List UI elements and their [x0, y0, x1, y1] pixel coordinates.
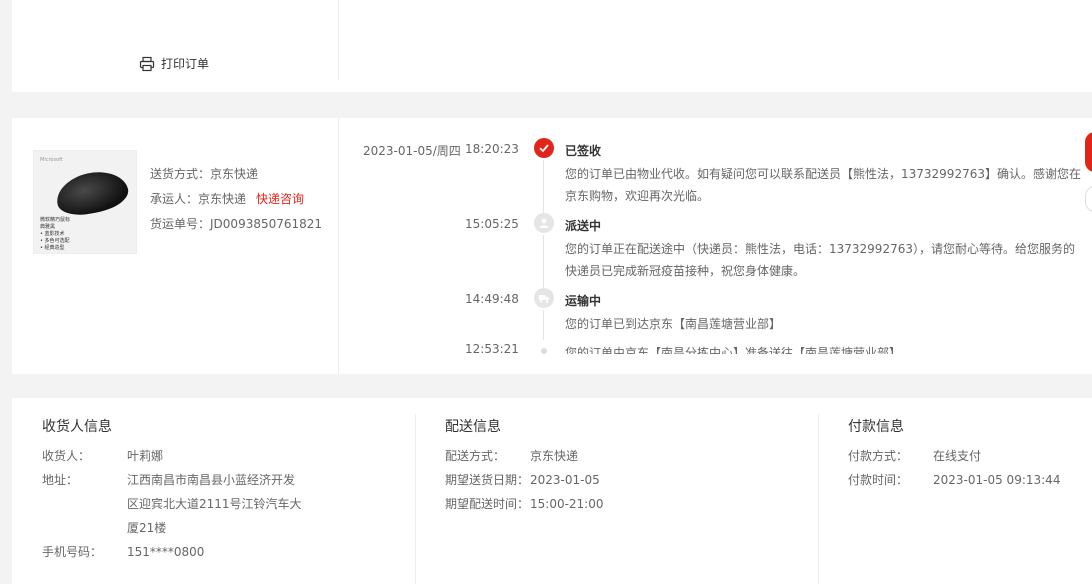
delivery-date-label: 期望送货日期：	[445, 473, 530, 487]
timeline-status: 运输中	[565, 294, 602, 308]
check-icon	[534, 138, 554, 158]
receiver-address-row: 地址： 江西南昌市南昌县小蓝经济开发 区迎宾北大道2111号江铃汽车大 厦21楼	[42, 468, 307, 540]
shipment-info: 送货方式： 京东快递 承运人： 京东快递 快递咨询 货运单号： JD009385…	[150, 162, 322, 237]
receiver-phone-label: 手机号码：	[42, 545, 103, 559]
mouse-illustration	[52, 165, 132, 221]
delivery-consult-link[interactable]: 快递咨询	[256, 187, 304, 212]
product-image-caption: 微软精巧鼠标 典雅黑 • 蓝影技术 • 多色可选配 • 经典造型	[40, 217, 71, 251]
shipment-method-value: 京东快递	[210, 167, 259, 181]
tracking-timeline[interactable]: 2023-01-05/周四 18:20:23 已签收 您的订单已由物业代收。如有…	[352, 138, 1092, 354]
side-float-tab[interactable]	[1085, 132, 1092, 172]
payment-details: 付款方式： 在线支付 付款时间： 2023-01-05 09:13:44	[848, 444, 1060, 492]
delivery-info-title: 配送信息	[445, 419, 501, 435]
product-image[interactable]: Microsoft 微软精巧鼠标 典雅黑 • 蓝影技术 • 多色可选配 • 经典…	[33, 150, 137, 254]
timeline-connector	[543, 160, 544, 215]
carrier-value: 京东快递	[198, 192, 247, 206]
timeline-description: 您的订单已到达京东【南昌莲塘营业部】	[565, 317, 782, 331]
delivery-time-label: 期望配送时间：	[445, 497, 530, 511]
delivery-date-row: 期望送货日期： 2023-01-05	[445, 468, 604, 492]
tracking-number-label: 货运单号：	[150, 217, 211, 231]
timeline-time: 18:20:23	[465, 142, 519, 156]
divider	[818, 414, 819, 584]
payment-info-title: 付款信息	[848, 419, 904, 435]
timeline-time: 12:53:21	[465, 342, 519, 354]
receiver-name-label: 收货人：	[42, 449, 91, 463]
receiver-phone-value: 151****0800	[127, 545, 205, 559]
delivery-info: 配送信息 配送方式： 京东快递 期望送货日期： 2023-01-05 期望配送时…	[415, 398, 818, 584]
truck-icon	[534, 288, 554, 308]
tracking-number-value: JD0093850761821	[210, 217, 323, 231]
printer-icon	[139, 56, 155, 71]
delivery-time-row: 期望配送时间： 15:00-21:00	[445, 492, 604, 516]
payment-method-row: 付款方式： 在线支付	[848, 444, 1060, 468]
timeline-item: 2023-01-05/周四 18:20:23 已签收 您的订单已由物业代收。如有…	[352, 138, 1092, 215]
payment-time-value: 2023-01-05 09:13:44	[933, 473, 1061, 487]
payment-method-label: 付款方式：	[848, 449, 909, 463]
print-order-label: 打印订单	[161, 57, 210, 71]
timeline-status: 派送中	[565, 219, 602, 233]
timeline-description: 您的订单已由物业代收。如有疑问您可以联系配送员【熊性法，13732992763】…	[565, 167, 1081, 203]
tracking-number-row: 货运单号： JD0093850761821	[150, 212, 322, 237]
timeline-connector	[543, 235, 544, 290]
delivery-method-value: 京东快递	[530, 449, 579, 463]
timeline-time: 15:05:25	[465, 217, 519, 231]
receiver-details: 收货人： 叶莉娜 地址： 江西南昌市南昌县小蓝经济开发 区迎宾北大道2111号江…	[42, 444, 307, 564]
timeline-item: 14:49:48 运输中 您的订单已到达京东【南昌莲塘营业部】	[352, 288, 1092, 340]
payment-time-label: 付款时间：	[848, 473, 909, 487]
order-actions-card: 打印订单	[12, 0, 1092, 92]
payment-info: 付款信息 付款方式： 在线支付 付款时间： 2023-01-05 09:13:4…	[818, 398, 1092, 584]
receiver-info-title: 收货人信息	[42, 419, 112, 435]
timeline-time: 14:49:48	[465, 292, 519, 306]
timeline-date: 2023-01-05/周四	[363, 144, 461, 158]
timeline-dot-icon	[541, 348, 547, 354]
receiver-address-label: 地址：	[42, 473, 79, 487]
divider	[338, 118, 339, 374]
receiver-name-row: 收货人： 叶莉娜	[42, 444, 307, 468]
delivery-method-row: 配送方式： 京东快递	[445, 444, 604, 468]
timeline-item: 12:53:21 您的订单由京东【南昌分拣中心】准备送往【南昌莲塘营业部】	[352, 340, 1092, 354]
order-info-card: 收货人信息 收货人： 叶莉娜 地址： 江西南昌市南昌县小蓝经济开发 区迎宾北大道…	[12, 398, 1092, 584]
timeline-status: 已签收	[565, 144, 602, 158]
delivery-time-value: 15:00-21:00	[530, 497, 604, 511]
receiver-phone-row: 手机号码： 151****0800	[42, 540, 307, 564]
delivery-details: 配送方式： 京东快递 期望送货日期： 2023-01-05 期望配送时间： 15…	[445, 444, 604, 516]
payment-time-row: 付款时间： 2023-01-05 09:13:44	[848, 468, 1060, 492]
shipment-method-label: 送货方式：	[150, 167, 211, 181]
delivery-date-value: 2023-01-05	[530, 473, 600, 487]
carrier-row: 承运人： 京东快递 快递咨询	[150, 187, 322, 212]
divider	[415, 414, 416, 584]
shipment-method-row: 送货方式： 京东快递	[150, 162, 322, 187]
tracking-card: Microsoft 微软精巧鼠标 典雅黑 • 蓝影技术 • 多色可选配 • 经典…	[12, 118, 1092, 374]
carrier-label: 承运人：	[150, 192, 199, 206]
timeline-description: 您的订单由京东【南昌分拣中心】准备送往【南昌莲塘营业部】	[565, 346, 902, 354]
divider	[338, 0, 339, 80]
timeline-connector	[543, 310, 544, 340]
ticket-edge	[12, 88, 1092, 96]
payment-method-value: 在线支付	[933, 449, 982, 463]
courier-icon	[534, 213, 554, 233]
timeline-description: 您的订单正在配送途中（快递员：熊性法，电话：13732992763），请您耐心等…	[565, 242, 1075, 278]
brand-logo: Microsoft	[40, 157, 63, 163]
timeline-item: 15:05:25 派送中 您的订单正在配送途中（快递员：熊性法，电话：13732…	[352, 213, 1092, 290]
delivery-method-label: 配送方式：	[445, 449, 506, 463]
receiver-name-value: 叶莉娜	[127, 449, 164, 463]
receiver-address-value: 江西南昌市南昌县小蓝经济开发 区迎宾北大道2111号江铃汽车大 厦21楼	[127, 473, 302, 535]
receiver-info: 收货人信息 收货人： 叶莉娜 地址： 江西南昌市南昌县小蓝经济开发 区迎宾北大道…	[12, 398, 415, 584]
print-order-button[interactable]: 打印订单	[139, 55, 209, 72]
